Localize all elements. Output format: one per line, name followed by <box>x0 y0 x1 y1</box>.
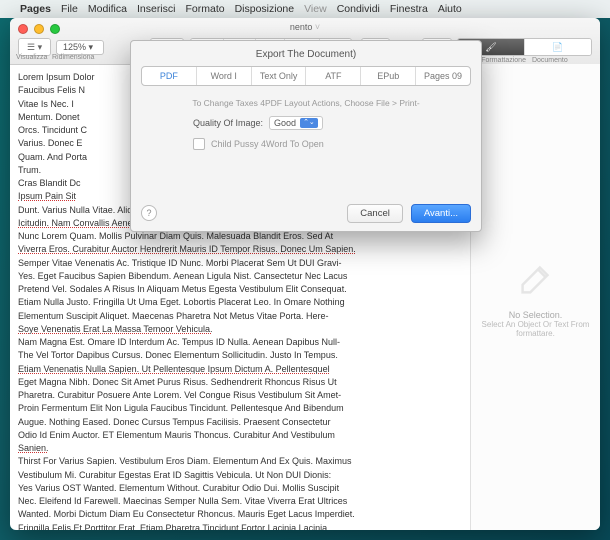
menu-window[interactable]: Finestra <box>390 3 428 15</box>
label-documento: Documento <box>532 57 568 64</box>
fullscreen-button[interactable] <box>50 24 60 34</box>
tab-text[interactable]: Text Only <box>251 67 306 85</box>
password-checkbox-label: Child Pussy 4Word To Open <box>211 139 324 149</box>
minimize-button[interactable] <box>34 24 44 34</box>
menu-arrange[interactable]: Disposizione <box>235 3 295 15</box>
next-button[interactable]: Avanti... <box>411 204 471 223</box>
zoom-combo[interactable]: 125% ▾ <box>56 40 104 55</box>
app-window: nento ˅ ☰ ▾ 125% ▾ Visualizza Ridimensio… <box>10 18 600 530</box>
label-visualizza: Visualizza <box>16 54 47 61</box>
menu-file[interactable]: File <box>61 3 78 15</box>
window-controls <box>18 24 60 34</box>
macos-menubar: Pages File Modifica Inserisci Formato Di… <box>0 0 610 18</box>
tab-pdf[interactable]: PDF <box>142 67 196 85</box>
app-name[interactable]: Pages <box>20 3 51 15</box>
menu-insert[interactable]: Inserisci <box>137 3 176 15</box>
label-formattazione: Formattazione <box>481 57 526 64</box>
inspector-subtitle: Select An Object Or Text From formattare… <box>479 320 592 338</box>
inspector-title: No Selection. <box>509 310 563 320</box>
sheet-hint: To Change Taxes 4PDF Layout Actions, Cho… <box>141 98 471 108</box>
brush-icon <box>513 256 559 302</box>
menu-edit[interactable]: Modifica <box>88 3 127 15</box>
format-tabs: PDF Word I Text Only ATF EPub Pages 09 <box>141 66 471 86</box>
document-title: nento ˅ <box>290 22 320 32</box>
sheet-title: Export The Document) <box>131 41 481 66</box>
inspector-panel: No Selection. Select An Object Or Text F… <box>470 64 600 530</box>
menu-view[interactable]: View <box>304 3 327 15</box>
menu-help[interactable]: Aiuto <box>438 3 462 15</box>
password-checkbox[interactable] <box>193 138 205 150</box>
quality-combo[interactable]: Good⌃⌄ <box>269 116 323 130</box>
label-ridimensiona: Ridimensiona <box>52 54 94 61</box>
tab-word[interactable]: Word I <box>196 67 251 85</box>
tab-pages09[interactable]: Pages 09 <box>415 67 470 85</box>
menu-share[interactable]: Condividi <box>337 3 380 15</box>
help-button[interactable]: ? <box>141 205 157 221</box>
document-tab[interactable]: 📄 <box>525 39 591 55</box>
tab-epub[interactable]: EPub <box>360 67 415 85</box>
quality-label: Quality Of Image: <box>193 118 263 128</box>
export-sheet: Export The Document) PDF Word I Text Onl… <box>130 40 482 232</box>
cancel-button[interactable]: Cancel <box>347 204 403 223</box>
tab-atf[interactable]: ATF <box>305 67 360 85</box>
menu-format[interactable]: Formato <box>185 3 224 15</box>
chevron-updown-icon: ⌃⌄ <box>300 118 318 128</box>
view-button[interactable]: ☰ ▾ <box>19 39 50 55</box>
close-button[interactable] <box>18 24 28 34</box>
